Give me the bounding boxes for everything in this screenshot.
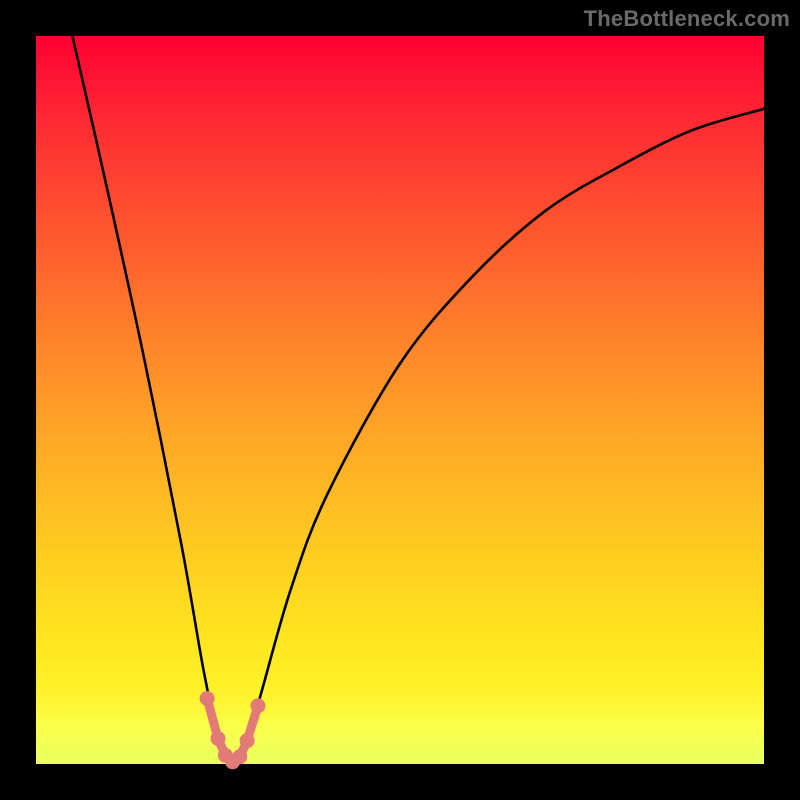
optimal-markers <box>200 691 266 769</box>
optimal-marker <box>240 733 255 748</box>
watermark-text: TheBottleneck.com <box>584 6 790 32</box>
plot-area <box>36 36 764 764</box>
marker-connector <box>207 699 258 762</box>
curve-layer <box>36 36 764 764</box>
optimal-marker <box>200 691 215 706</box>
chart-frame: TheBottleneck.com <box>0 0 800 800</box>
bottleneck-curve <box>72 36 764 764</box>
optimal-marker <box>211 731 226 746</box>
optimal-marker <box>251 698 266 713</box>
optimal-marker <box>232 749 247 764</box>
